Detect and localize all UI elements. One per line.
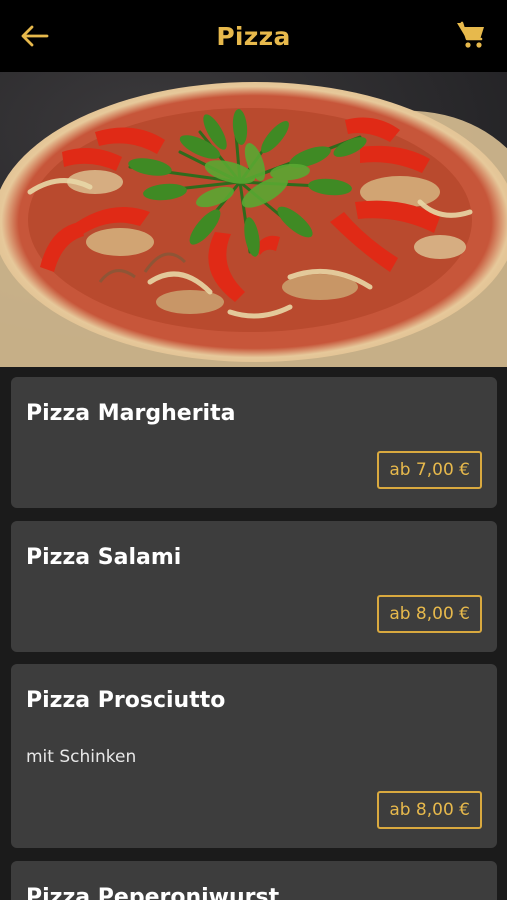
page-title: Pizza	[216, 21, 291, 51]
product-name: Pizza Prosciutto	[26, 688, 226, 713]
shopping-cart-icon	[457, 21, 484, 48]
product-name: Pizza Margherita	[26, 401, 236, 426]
product-name: Pizza Peperoniwurst	[26, 885, 280, 900]
category-hero-image	[0, 72, 507, 367]
product-description: mit Schinken	[26, 747, 137, 767]
product-card[interactable]: Pizza Margherita ab 7,00 €	[11, 377, 497, 508]
back-button[interactable]	[14, 17, 54, 55]
price-badge[interactable]: ab 8,00 €	[377, 595, 482, 633]
price-badge[interactable]: ab 8,00 €	[377, 791, 482, 829]
screen: Pizza Pizza Margherita ab 7,00 € Pizza S…	[0, 0, 507, 900]
arrow-left-icon	[21, 25, 49, 47]
product-card[interactable]: Pizza Prosciutto mit Schinken ab 8,00 €	[11, 664, 497, 848]
product-card[interactable]: Pizza Salami ab 8,00 €	[11, 521, 497, 652]
price-badge[interactable]: ab 7,00 €	[377, 451, 482, 489]
app-header: Pizza	[0, 0, 507, 72]
product-name: Pizza Salami	[26, 545, 182, 570]
cart-button[interactable]	[451, 15, 491, 55]
product-card[interactable]: Pizza Peperoniwurst	[11, 861, 497, 900]
